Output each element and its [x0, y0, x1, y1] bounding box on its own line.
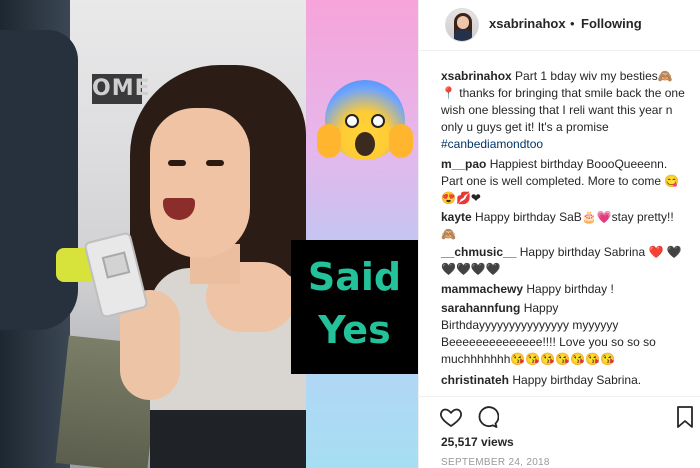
emoji-right-hand — [389, 124, 413, 158]
wall-sign: OME — [92, 74, 150, 104]
comment-item: __chmusic__ Happy birthday Sabrina ❤️ 🖤🖤… — [441, 244, 685, 278]
comment-text: Happy birthday SaB🎂💗stay pretty!!🙈 — [441, 210, 674, 241]
comment-username[interactable]: sarahannfung — [441, 301, 520, 315]
following-button[interactable]: Following — [581, 16, 642, 31]
post-header: xsabrinahox • Following — [419, 0, 700, 51]
comment-icon[interactable] — [475, 405, 499, 429]
caption-hashtag[interactable]: #canbediamondtoo — [441, 137, 543, 151]
caption: xsabrinahox Part 1 bday wiv my besties🙈📍… — [441, 68, 685, 153]
overlay-text-said: Said — [307, 255, 402, 299]
view-count[interactable]: 25,517 views — [441, 435, 514, 449]
comment-item: sarahannfung Happy Birthdayyyyyyyyyyyyyy… — [441, 300, 685, 368]
comment-text: Happy birthday ! — [526, 282, 614, 296]
face — [150, 108, 250, 258]
header-username[interactable]: xsabrinahox — [489, 16, 566, 31]
left-eye — [168, 160, 186, 166]
avatar[interactable] — [445, 8, 479, 42]
heart-icon[interactable] — [439, 405, 463, 429]
post-date[interactable]: SEPTEMBER 24, 2018 — [441, 457, 550, 468]
emoji-right-eye — [371, 114, 385, 128]
comment-item: m__pao Happiest birthday BoooQueeenn. Pa… — [441, 156, 685, 207]
post-actions: 25,517 views SEPTEMBER 24, 2018 — [419, 396, 700, 468]
comment-text: Happy birthday Sabrina. — [512, 373, 642, 387]
comment-item: kayte Happy birthday SaB🎂💗stay pretty!!🙈 — [441, 209, 685, 243]
face-screaming-icon — [317, 80, 413, 172]
right-eye — [206, 160, 224, 166]
emoji-left-hand — [317, 124, 341, 158]
person-jacket — [0, 30, 78, 330]
comment-username[interactable]: m__pao — [441, 157, 486, 171]
skirt — [150, 410, 306, 468]
emoji-left-eye — [345, 114, 359, 128]
comment-list[interactable]: xsabrinahox Part 1 bday wiv my besties🙈📍… — [419, 52, 700, 396]
overlay-text-yes: Yes — [318, 308, 391, 352]
post-sidebar: xsabrinahox • Following xsabrinahox Part… — [418, 0, 700, 468]
post-media[interactable]: OME Said Yes — [0, 0, 418, 468]
comment-username[interactable]: christinateh — [441, 373, 509, 387]
comment-username[interactable]: kayte — [441, 210, 472, 224]
bookmark-icon[interactable] — [675, 405, 695, 429]
comment-username[interactable]: __chmusic__ — [441, 245, 516, 259]
comment-item: mammachewy Happy birthday ! — [441, 281, 685, 298]
comment-username[interactable]: mammachewy — [441, 282, 523, 296]
caption-username[interactable]: xsabrinahox — [441, 69, 512, 83]
comment-item: christinateh Happy birthday Sabrina. — [441, 372, 685, 389]
post-photo: OME — [0, 0, 306, 468]
overlay-text: Said Yes — [291, 251, 418, 357]
emoji-mouth — [355, 132, 375, 156]
gradient-panel — [306, 0, 418, 468]
header-separator: • — [570, 16, 575, 31]
